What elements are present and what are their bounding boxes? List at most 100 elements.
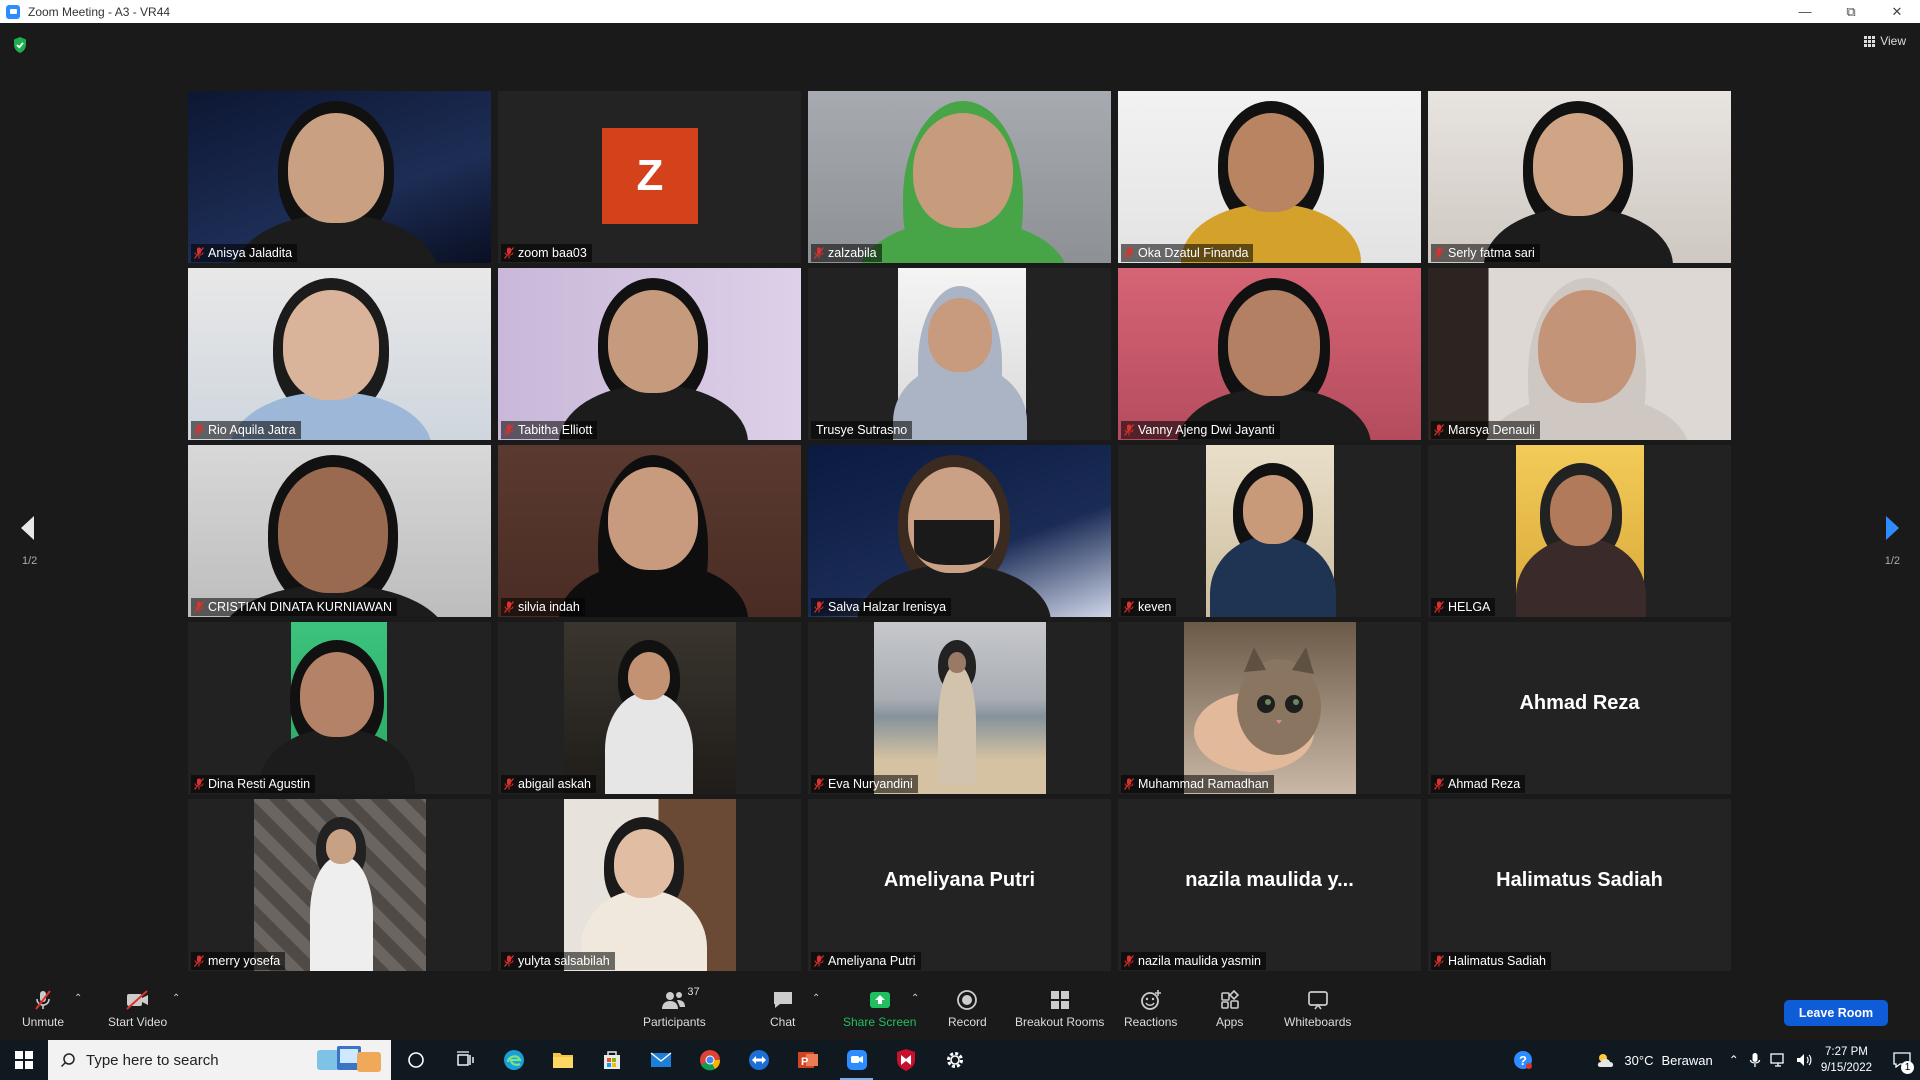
notification-center-icon[interactable]: 1 xyxy=(1884,1040,1920,1080)
security-shield-icon[interactable] xyxy=(12,36,28,54)
participant-tile[interactable]: Zzoom baa03 xyxy=(498,91,801,263)
previous-page-arrow-icon[interactable] xyxy=(18,513,38,543)
cortana-icon[interactable] xyxy=(391,1040,440,1080)
start-video-button[interactable]: Start Video xyxy=(108,988,167,1029)
participant-tile[interactable]: Serly fatma sari xyxy=(1428,91,1731,263)
mic-muted-icon xyxy=(504,601,514,613)
participant-tile[interactable]: Muhammad Ramadhan xyxy=(1118,622,1421,794)
network-icon[interactable] xyxy=(1769,1052,1787,1068)
apps-button[interactable]: Apps xyxy=(1216,988,1243,1029)
participant-face xyxy=(288,113,384,223)
tray-chevron-up-icon[interactable]: ⌃ xyxy=(1729,1053,1739,1067)
participant-video-frame xyxy=(1184,622,1356,794)
participant-tile[interactable]: Rio Aquila Jatra xyxy=(188,268,491,440)
unmute-label: Unmute xyxy=(22,1015,65,1029)
participant-video-frame xyxy=(1515,445,1647,617)
participant-video-frame xyxy=(254,799,426,971)
file-explorer-icon[interactable] xyxy=(538,1040,587,1080)
svg-text:P: P xyxy=(801,1056,808,1068)
participant-tile[interactable]: Ahmad Reza Ahmad Reza xyxy=(1428,622,1731,794)
participant-tile[interactable]: Salva Halzar Irenisya xyxy=(808,445,1111,617)
participant-video xyxy=(808,622,1111,794)
participant-tile[interactable]: merry yosefa xyxy=(188,799,491,971)
participant-tile[interactable]: silvia indah xyxy=(498,445,801,617)
mail-icon[interactable] xyxy=(636,1040,685,1080)
participant-tile[interactable]: keven xyxy=(1118,445,1421,617)
volume-icon[interactable] xyxy=(1795,1052,1813,1068)
record-button[interactable]: Record xyxy=(948,988,987,1029)
participants-button[interactable]: 37 Participants xyxy=(643,986,706,1029)
participant-tile[interactable]: HELGA xyxy=(1428,445,1731,617)
participant-name-label: CRISTIAN DINATA KURNIAWAN xyxy=(191,598,398,616)
zoom-taskbar-icon[interactable] xyxy=(832,1040,881,1080)
clock-date: 9/15/2022 xyxy=(1820,1062,1872,1074)
participant-name-label: nazila maulida yasmin xyxy=(1121,952,1266,970)
help-notification-icon[interactable]: ? xyxy=(1512,1049,1534,1071)
participant-video-frame xyxy=(259,622,415,794)
chat-button[interactable]: Chat xyxy=(770,988,795,1029)
participant-video xyxy=(1428,445,1731,617)
participant-name: Oka Dzatul Finanda xyxy=(1138,246,1249,260)
participant-face xyxy=(948,652,966,673)
chrome-icon[interactable] xyxy=(685,1040,734,1080)
audio-options-caret-icon[interactable]: ⌃ xyxy=(74,993,82,1004)
participant-tile[interactable]: Ameliyana Putri Ameliyana Putri xyxy=(808,799,1111,971)
mcafee-icon[interactable] xyxy=(881,1040,930,1080)
task-view-icon[interactable] xyxy=(440,1040,489,1080)
participant-tile[interactable]: Dina Resti Agustin xyxy=(188,622,491,794)
participant-tile[interactable]: Trusye Sutrasno xyxy=(808,268,1111,440)
participant-tile[interactable]: abigail askah xyxy=(498,622,801,794)
mic-muted-icon xyxy=(1124,247,1134,259)
settings-gear-icon[interactable] xyxy=(930,1040,979,1080)
microsoft-store-icon[interactable] xyxy=(587,1040,636,1080)
breakout-rooms-button[interactable]: Breakout Rooms xyxy=(1015,988,1104,1029)
participant-tile[interactable]: Eva Nuryandini xyxy=(808,622,1111,794)
leave-room-button[interactable]: Leave Room xyxy=(1784,1000,1888,1026)
participant-tile[interactable]: Oka Dzatul Finanda xyxy=(1118,91,1421,263)
taskbar-clock[interactable]: 7:27 PM 9/15/2022 xyxy=(1821,1044,1872,1076)
participant-tile[interactable]: zalzabila xyxy=(808,91,1111,263)
participant-display-name: Halimatus Sadiah xyxy=(1496,869,1663,891)
next-page-arrow-icon[interactable] xyxy=(1882,513,1902,543)
participant-tile[interactable]: Tabitha Elliott xyxy=(498,268,801,440)
participant-tile[interactable]: Anisya Jaladita xyxy=(188,91,491,263)
participant-face xyxy=(1550,475,1612,546)
page-indicator-right: 1/2 xyxy=(1884,555,1900,567)
participant-face xyxy=(1243,475,1303,544)
participant-name-label: Serly fatma sari xyxy=(1431,244,1540,262)
restore-button[interactable]: ⧉ xyxy=(1828,0,1874,23)
participant-tile[interactable]: nazila maulida y... nazila maulida yasmin xyxy=(1118,799,1421,971)
unmute-button[interactable]: Unmute xyxy=(22,988,64,1029)
mic-muted-icon xyxy=(504,955,514,967)
taskbar-search-input[interactable]: Type here to search xyxy=(48,1040,391,1080)
reactions-button[interactable]: Reactions xyxy=(1124,988,1177,1029)
whiteboards-button[interactable]: Whiteboards xyxy=(1284,988,1351,1029)
participant-tile[interactable]: Halimatus Sadiah Halimatus Sadiah xyxy=(1428,799,1731,971)
video-options-caret-icon[interactable]: ⌃ xyxy=(172,993,180,1004)
chat-options-caret-icon[interactable]: ⌃ xyxy=(812,993,820,1004)
microphone-icon[interactable] xyxy=(1749,1052,1761,1068)
participant-tile[interactable]: Vanny Ajeng Dwi Jayanti xyxy=(1118,268,1421,440)
mic-muted-icon xyxy=(1124,955,1134,967)
participant-video-frame xyxy=(892,268,1028,440)
participant-face xyxy=(1228,113,1314,212)
windows-start-icon[interactable] xyxy=(0,1040,48,1080)
share-screen-button[interactable]: Share Screen xyxy=(843,988,916,1029)
participant-tile[interactable]: CRISTIAN DINATA KURNIAWAN xyxy=(188,445,491,617)
participant-name-label: Vanny Ajeng Dwi Jayanti xyxy=(1121,421,1280,439)
record-label: Record xyxy=(948,1015,987,1029)
edge-browser-icon[interactable] xyxy=(489,1040,538,1080)
participant-name-label: Ahmad Reza xyxy=(1431,775,1526,793)
powerpoint-icon[interactable]: P xyxy=(783,1040,832,1080)
share-options-caret-icon[interactable]: ⌃ xyxy=(911,993,919,1004)
teamviewer-icon[interactable] xyxy=(734,1040,783,1080)
notification-count-badge: 1 xyxy=(1901,1061,1914,1074)
minimize-button[interactable]: — xyxy=(1782,0,1828,23)
weather-description[interactable]: Berawan xyxy=(1661,1053,1712,1068)
participant-tile[interactable]: Marsya Denauli xyxy=(1428,268,1731,440)
close-button[interactable]: ✕ xyxy=(1874,0,1920,23)
participant-tile[interactable]: yulyta salsabilah xyxy=(498,799,801,971)
participant-video-frame xyxy=(1206,445,1336,617)
view-button[interactable]: View xyxy=(1864,34,1906,48)
weather-temperature[interactable]: 30°C xyxy=(1624,1053,1653,1068)
